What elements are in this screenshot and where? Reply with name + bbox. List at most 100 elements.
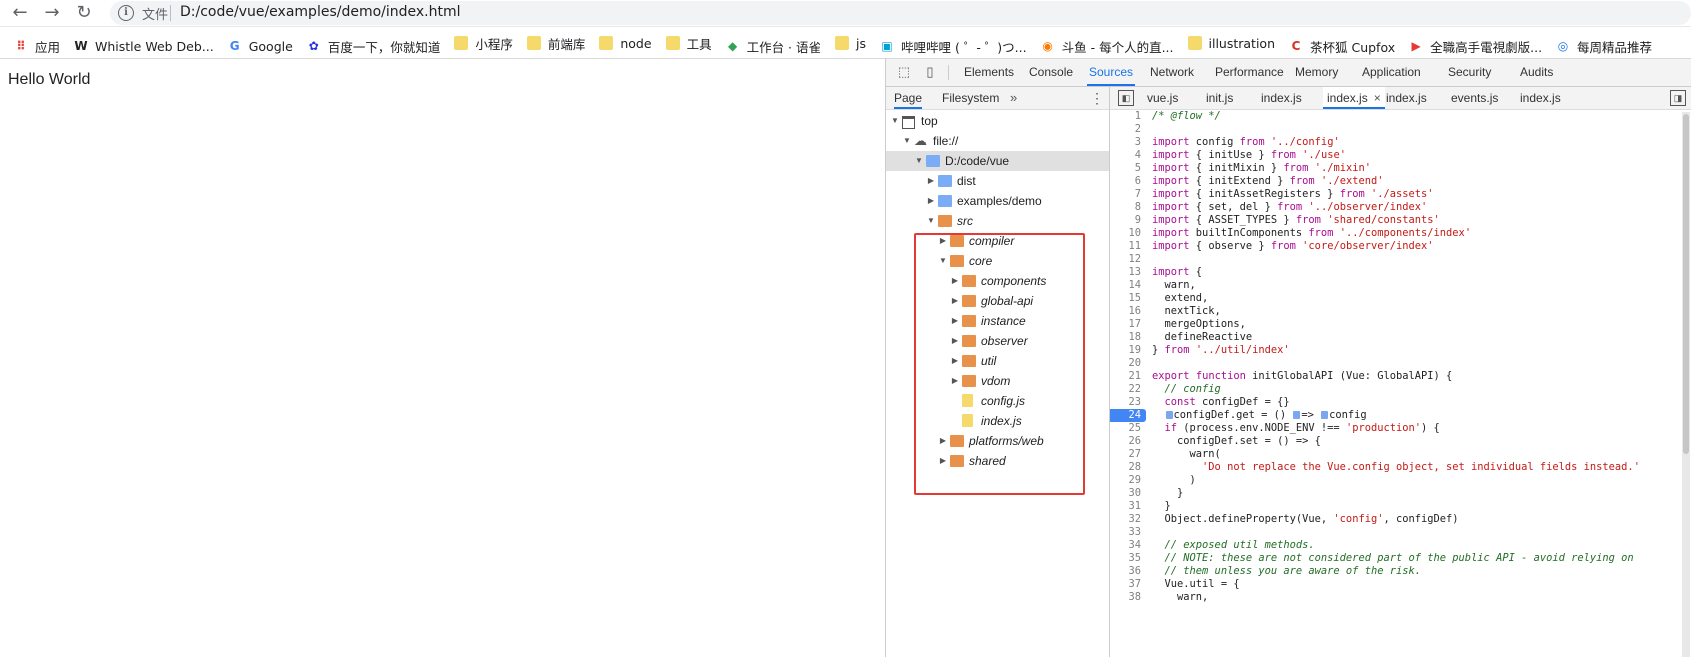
expand-arrow-icon[interactable]: ▼ xyxy=(938,251,948,271)
editor-tab[interactable]: index.js × xyxy=(1323,87,1385,109)
more-tabs-icon[interactable]: » xyxy=(1010,87,1017,109)
bookmark-item[interactable]: js xyxy=(835,28,866,58)
code-editor[interactable]: 1 2 3 4 5 6 7 8 9 10 11 12 13 14 15 16 17 18 19 20 21 22 23 24 2… xyxy=(1110,110,1691,657)
tab-security[interactable]: Security xyxy=(1446,59,1493,86)
line-number[interactable]: 36 xyxy=(1110,565,1146,578)
line-number[interactable]: 5 xyxy=(1110,162,1146,175)
bookmark-item[interactable]: illustration xyxy=(1187,28,1275,58)
line-number[interactable]: 30 xyxy=(1110,487,1146,500)
collapse-arrow-icon[interactable]: ▶ xyxy=(950,271,960,291)
bookmark-item[interactable]: W Whistle Web Deb... xyxy=(74,31,213,58)
collapse-arrow-icon[interactable]: ▶ xyxy=(950,351,960,371)
bookmark-item[interactable]: ▣ 哔哩哔哩 ( ゜- ゜)つ... xyxy=(880,31,1026,58)
close-tab-icon[interactable]: × xyxy=(1374,91,1381,105)
collapse-arrow-icon[interactable]: ▶ xyxy=(938,431,948,451)
url-text[interactable]: D:/code/vue/examples/demo/index.html xyxy=(180,4,461,20)
line-number[interactable]: 26 xyxy=(1110,435,1146,448)
line-number[interactable]: 17 xyxy=(1110,318,1146,331)
line-number[interactable]: 34 xyxy=(1110,539,1146,552)
bookmark-item[interactable]: ◉ 斗鱼 - 每个人的直... xyxy=(1041,31,1173,58)
line-number[interactable]: 3 xyxy=(1110,136,1146,149)
tree-item[interactable]: ▶ components xyxy=(886,271,1109,291)
line-number[interactable]: 28 xyxy=(1110,461,1146,474)
tree-item[interactable]: ▼ ☁ file:// xyxy=(886,131,1109,151)
collapse-arrow-icon[interactable]: ▶ xyxy=(950,371,960,391)
editor-tab[interactable]: events.js xyxy=(1451,87,1498,109)
tree-item[interactable]: ▼ src xyxy=(886,211,1109,231)
address-bar[interactable]: i 文件 D:/code/vue/examples/demo/index.htm… xyxy=(110,1,1691,25)
line-number[interactable]: 37 xyxy=(1110,578,1146,591)
bookmark-item[interactable]: 小程序 xyxy=(454,28,513,58)
scrollbar-thumb[interactable] xyxy=(1683,114,1689,454)
line-number[interactable]: 16 xyxy=(1110,305,1146,318)
back-arrow-icon[interactable]: ← xyxy=(10,3,30,23)
line-number[interactable]: 2 xyxy=(1110,123,1146,136)
collapse-arrow-icon[interactable]: ▶ xyxy=(926,171,936,191)
bookmark-item[interactable]: G Google xyxy=(228,31,293,58)
collapse-arrow-icon[interactable]: ▶ xyxy=(926,191,936,211)
line-number[interactable]: 19 xyxy=(1110,344,1146,357)
editor-tab[interactable]: index.js xyxy=(1261,87,1302,109)
line-number-gutter[interactable]: 1 2 3 4 5 6 7 8 9 10 11 12 13 14 15 16 17 18 19 20 21 22 23 24 2… xyxy=(1110,110,1146,604)
tab-application[interactable]: Application xyxy=(1360,59,1423,86)
line-number[interactable]: 23 xyxy=(1110,396,1146,409)
line-number[interactable]: 21 xyxy=(1110,370,1146,383)
kebab-menu-icon[interactable]: ⋮ xyxy=(1090,89,1104,107)
editor-tab[interactable]: index.js xyxy=(1386,87,1427,109)
line-number[interactable]: 15 xyxy=(1110,292,1146,305)
tab-audits[interactable]: Audits xyxy=(1518,59,1555,86)
tree-item[interactable]: ▶ compiler xyxy=(886,231,1109,251)
collapse-arrow-icon[interactable]: ▶ xyxy=(950,291,960,311)
bookmark-item[interactable]: ◎ 每周精品推荐 xyxy=(1556,31,1652,58)
line-number[interactable]: 4 xyxy=(1110,149,1146,162)
tree-item[interactable]: ▶ shared xyxy=(886,451,1109,471)
line-number[interactable]: 18 xyxy=(1110,331,1146,344)
bookmark-item[interactable]: ⠿ 应用 xyxy=(14,31,60,58)
line-number[interactable]: 33 xyxy=(1110,526,1146,539)
tree-item[interactable]: config.js xyxy=(886,391,1109,411)
line-number[interactable]: 31 xyxy=(1110,500,1146,513)
tab-page[interactable]: Page xyxy=(894,87,923,109)
line-number[interactable]: 14 xyxy=(1110,279,1146,292)
device-toolbar-icon[interactable]: ▯ xyxy=(922,64,938,80)
collapse-arrow-icon[interactable]: ▶ xyxy=(950,331,960,351)
collapse-arrow-icon[interactable]: ▶ xyxy=(938,231,948,251)
line-number[interactable]: 10 xyxy=(1110,227,1146,240)
tree-item[interactable]: ▶ observer xyxy=(886,331,1109,351)
bookmark-item[interactable]: 工具 xyxy=(665,28,712,58)
line-number[interactable]: 20 xyxy=(1110,357,1146,370)
tab-filesystem[interactable]: Filesystem xyxy=(942,87,999,109)
tree-item[interactable]: ▼ D:/code/vue xyxy=(886,151,1109,171)
forward-arrow-icon[interactable]: → xyxy=(42,3,62,23)
info-icon[interactable]: i xyxy=(118,5,134,21)
tree-item[interactable]: ▶ platforms/web xyxy=(886,431,1109,451)
toggle-navigator-icon[interactable]: ◧ xyxy=(1118,90,1134,106)
expand-arrow-icon[interactable]: ▼ xyxy=(890,111,900,131)
inline-breakpoint-icon[interactable] xyxy=(1321,411,1329,419)
line-number[interactable]: 1 xyxy=(1110,110,1146,123)
line-number[interactable]: 6 xyxy=(1110,175,1146,188)
editor-tab[interactable]: vue.js xyxy=(1147,87,1178,109)
tab-memory[interactable]: Memory xyxy=(1293,59,1340,86)
line-number[interactable]: 38 xyxy=(1110,591,1146,604)
collapse-arrow-icon[interactable]: ▶ xyxy=(938,451,948,471)
line-number[interactable]: 35 xyxy=(1110,552,1146,565)
line-number[interactable]: 12 xyxy=(1110,253,1146,266)
reload-icon[interactable]: ↻ xyxy=(74,3,94,23)
tab-elements[interactable]: Elements xyxy=(962,59,1016,86)
tree-item[interactable]: ▶ global-api xyxy=(886,291,1109,311)
breakpoint-line-number[interactable]: 24 xyxy=(1110,409,1146,422)
tree-item[interactable]: ▶ examples/demo xyxy=(886,191,1109,211)
tree-item[interactable]: index.js xyxy=(886,411,1109,431)
line-number[interactable]: 11 xyxy=(1110,240,1146,253)
line-number[interactable]: 32 xyxy=(1110,513,1146,526)
editor-tab[interactable]: index.js xyxy=(1520,87,1561,109)
line-number[interactable]: 13 xyxy=(1110,266,1146,279)
collapse-arrow-icon[interactable]: ▶ xyxy=(950,311,960,331)
bookmark-item[interactable]: ✿ 百度一下，你就知道 xyxy=(307,31,441,58)
tab-network[interactable]: Network xyxy=(1148,59,1196,86)
line-number[interactable]: 27 xyxy=(1110,448,1146,461)
vertical-scrollbar[interactable] xyxy=(1682,112,1690,657)
bookmark-item[interactable]: C 茶杯狐 Cupfox xyxy=(1289,31,1396,58)
bookmark-item[interactable]: ◆ 工作台 · 语雀 xyxy=(726,31,821,58)
